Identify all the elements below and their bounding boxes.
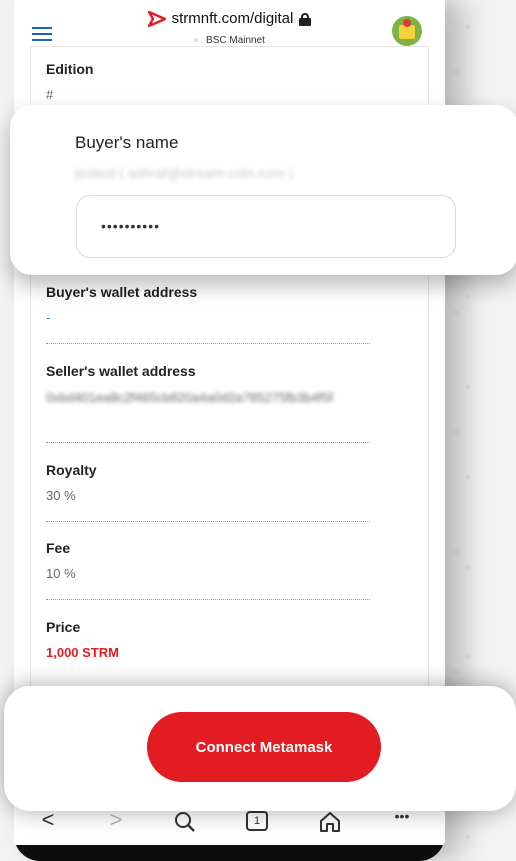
- edition-field: Edition #: [46, 61, 470, 102]
- divider: [46, 442, 370, 443]
- avatar[interactable]: [392, 16, 422, 46]
- divider: [46, 521, 370, 522]
- url-text: strmnft.com/digital: [171, 10, 294, 27]
- password-input[interactable]: ••••••••••: [76, 195, 456, 258]
- search-icon[interactable]: [174, 811, 196, 833]
- connect-panel: Connect Metamask: [4, 686, 516, 811]
- home-icon[interactable]: [318, 811, 342, 833]
- fee-value: 10 %: [46, 566, 76, 581]
- brand-logo-icon: [147, 10, 166, 27]
- buyer-wallet-value: -: [46, 310, 51, 325]
- buyer-wallet-field: Buyer's wallet address -: [46, 284, 470, 325]
- tabs-icon[interactable]: 1: [246, 811, 268, 831]
- browser-navbar: < > 1 •••: [14, 809, 445, 843]
- back-icon[interactable]: <: [36, 809, 60, 835]
- seller-wallet-field: Seller's wallet address 0xbd401ea8c2f465…: [46, 363, 470, 407]
- edition-label: Edition: [46, 61, 94, 77]
- royalty-label: Royalty: [46, 462, 97, 478]
- royalty-value: 30 %: [46, 488, 76, 503]
- fee-field: Fee 10 %: [46, 540, 470, 581]
- lock-icon: [299, 12, 312, 26]
- connect-metamask-button[interactable]: Connect Metamask: [147, 712, 381, 782]
- seller-wallet-value: 0xbd401ea8c2f465cb820a4a0d2a785275fb3b4f…: [46, 390, 333, 405]
- divider: [46, 599, 370, 600]
- more-icon[interactable]: •••: [390, 809, 414, 835]
- fee-label: Fee: [46, 540, 71, 556]
- divider: [46, 343, 370, 344]
- buyer-wallet-label: Buyer's wallet address: [46, 284, 198, 300]
- buyer-name-card: Buyer's name jestest ( ashraf@stream-coi…: [10, 105, 516, 275]
- royalty-field: Royalty 30 %: [46, 462, 470, 503]
- price-value: 1,000 STRM: [46, 645, 119, 660]
- buyer-name-label: Buyer's name: [75, 133, 179, 152]
- seller-wallet-label: Seller's wallet address: [46, 363, 196, 379]
- network-label: BSC Mainnet: [14, 35, 445, 46]
- price-label: Price: [46, 619, 81, 635]
- url-area[interactable]: strmnft.com/digital BSC Mainnet: [14, 10, 445, 46]
- forward-icon[interactable]: >: [104, 809, 128, 835]
- edition-value: #: [46, 87, 54, 102]
- buyer-name-value: jestest ( ashraf@stream-coin.com ): [75, 165, 294, 181]
- price-field: Price 1,000 STRM: [46, 619, 470, 660]
